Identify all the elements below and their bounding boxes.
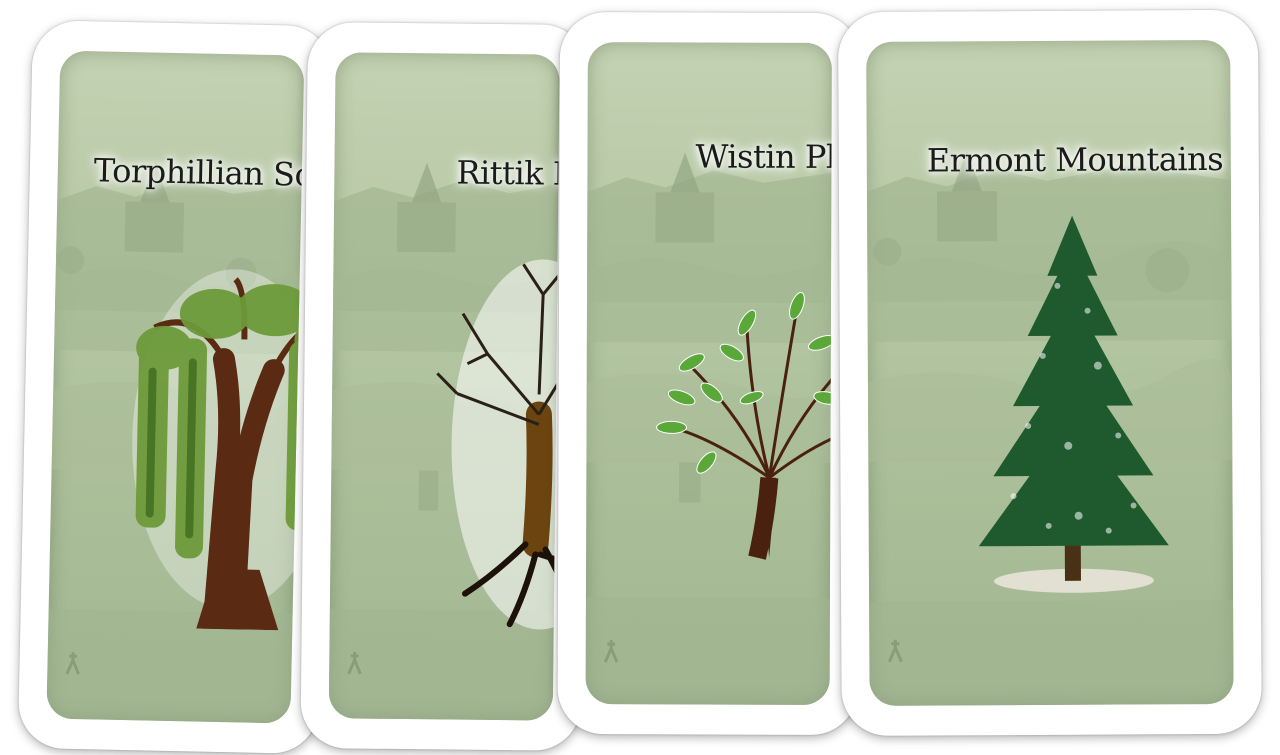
region-card-wistin-plains[interactable]: Wistin Plains	[557, 12, 860, 736]
region-card-ermont-mountains[interactable]: Ermont Mountains	[838, 9, 1262, 736]
region-card-rittik-barrens[interactable]: Rittik Barrens	[300, 22, 588, 751]
card-table: Torphillian Scrub Rittik Barrens Wistin …	[0, 0, 1280, 755]
card-face: Wistin Plains	[585, 42, 832, 705]
leafy-sapling-icon	[656, 292, 832, 560]
card-face: Rittik Barrens	[328, 52, 560, 721]
bare-tree-icon	[436, 259, 560, 630]
card-title: Ermont Mountains	[926, 139, 1224, 180]
card-face: Ermont Mountains	[866, 39, 1234, 706]
willow-tree-icon	[132, 269, 305, 632]
pine-tree-icon	[978, 215, 1169, 593]
card-title: Torphillian Scrub	[93, 151, 305, 196]
region-card-torphillian-scrub[interactable]: Torphillian Scrub	[17, 20, 333, 755]
card-title: Wistin Plains	[695, 137, 832, 177]
card-title: Rittik Barrens	[456, 153, 560, 194]
card-face: Torphillian Scrub	[46, 50, 305, 724]
